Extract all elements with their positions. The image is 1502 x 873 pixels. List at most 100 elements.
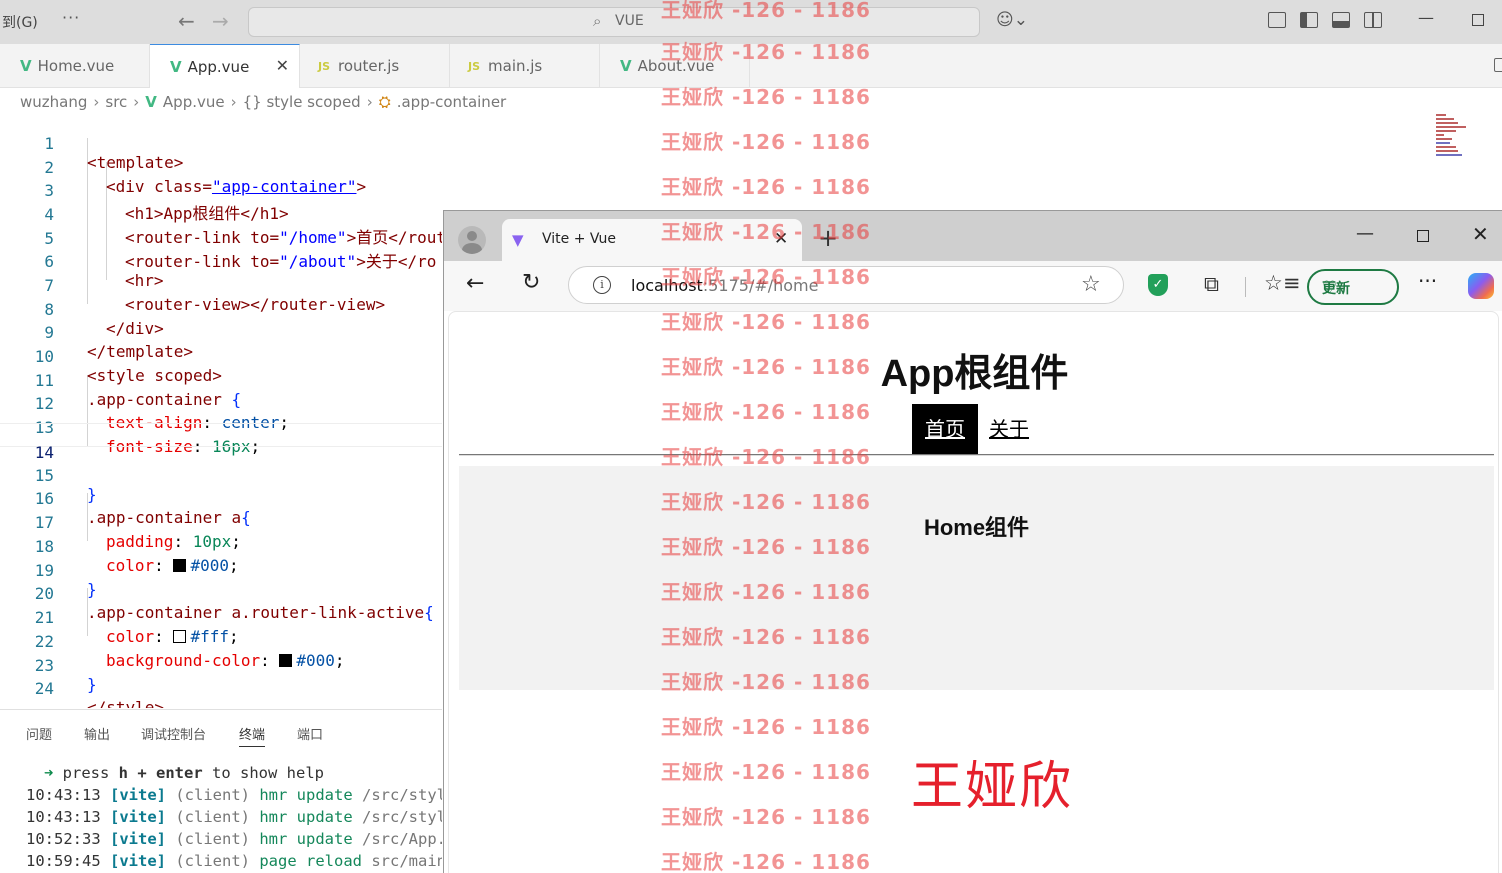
panel-tab-terminal[interactable]: 终端 xyxy=(239,724,266,747)
browser-tab[interactable]: ▼ Vite + Vue ✕ xyxy=(502,219,802,261)
back-arrow-icon[interactable]: ← xyxy=(466,271,484,296)
nav-link-home[interactable]: 首页 xyxy=(912,404,978,455)
code-line: 11 .app-container { xyxy=(0,352,442,409)
url-text: localhost:5175/#/home xyxy=(631,276,818,295)
favorites-icon[interactable]: ☆≡ xyxy=(1264,271,1300,295)
panel-tab-ports[interactable]: 端口 xyxy=(297,724,323,743)
log-action: page reload xyxy=(259,852,362,870)
window-maximize-icon[interactable] xyxy=(1472,14,1484,26)
code-line: 6 <hr> xyxy=(0,233,442,290)
breadcrumb-item[interactable]: App.vue xyxy=(163,93,225,111)
breadcrumb-item[interactable]: wuzhang xyxy=(20,93,87,111)
toolbar-divider xyxy=(1245,277,1246,297)
code-line: 10 <style scoped> xyxy=(0,328,442,385)
nav-back-icon[interactable]: ← xyxy=(178,9,195,33)
log-action: hmr update xyxy=(259,808,353,826)
panel-tab-output[interactable]: 输出 xyxy=(84,724,110,743)
command-center-text: VUE xyxy=(615,13,644,29)
app-heading: App根组件 xyxy=(880,353,1069,395)
router-view-home: Home组件 xyxy=(459,466,1494,690)
browser-window: ▼ Vite + Vue ✕ + — ✕ ← ↻ i localhost:517… xyxy=(443,210,1502,873)
code-line: 12 text-align: center; xyxy=(0,375,442,432)
toggle-panel-icon[interactable] xyxy=(1332,12,1350,28)
tab-router-js[interactable]: JS router.js xyxy=(300,44,450,88)
log-time: 10:43:13 xyxy=(26,808,101,826)
extensions-puzzle-icon[interactable]: ⧉ xyxy=(1204,272,1219,297)
code-line: 17 padding: 10px; xyxy=(0,494,442,551)
chevron-right-icon: › xyxy=(93,93,100,111)
address-bar[interactable]: i localhost:5175/#/home ☆ xyxy=(568,266,1124,304)
prompt-arrow-icon: ➜ xyxy=(44,764,54,782)
code-text: </style> xyxy=(87,698,165,708)
profile-avatar[interactable] xyxy=(458,226,486,254)
code-line: 13 font-size: 16px; xyxy=(0,399,442,456)
reload-icon[interactable]: ↻ xyxy=(522,270,540,295)
code-line: 5 <router-link to="/about">关于</ro xyxy=(0,210,442,271)
horizontal-rule xyxy=(459,454,1494,456)
code-line: 1 <template> xyxy=(0,115,442,172)
window-maximize-icon[interactable] xyxy=(1417,230,1429,242)
copilot-icon[interactable]: ☺⌄ xyxy=(996,10,1028,30)
tab-label: router.js xyxy=(338,57,400,75)
more-menu-icon[interactable]: ··· xyxy=(62,8,80,27)
update-button[interactable]: 更新 ♡ xyxy=(1307,269,1399,305)
panel-tab-debug-console[interactable]: 调试控制台 xyxy=(141,724,206,743)
vite-favicon-icon: ▼ xyxy=(512,231,524,249)
close-tab-icon[interactable]: ✕ xyxy=(774,229,788,249)
js-file-icon: JS xyxy=(318,59,331,73)
favorite-star-icon[interactable]: ☆ xyxy=(1081,272,1101,297)
browser-toolbar: ← ↻ i localhost:5175/#/home ☆ ✓ ⧉ ☆≡ 更新 … xyxy=(444,261,1502,311)
window-close-icon[interactable]: ✕ xyxy=(1472,222,1489,246)
command-center[interactable]: ⌕ VUE xyxy=(248,7,980,37)
code-line: 9 </template> xyxy=(0,304,442,361)
breadcrumb-item[interactable]: .app-container xyxy=(397,93,507,111)
split-editor-icon[interactable] xyxy=(1494,58,1502,72)
nav-link-about[interactable]: 关于 xyxy=(989,404,1029,455)
heart-update-icon: ♡ xyxy=(1322,278,1338,298)
terminal-text: press xyxy=(53,764,119,782)
minimap[interactable] xyxy=(1436,114,1468,166)
editor-tabbar: V Home.vue V App.vue ✕ JS router.js JS m… xyxy=(0,44,1502,88)
tab-main-js[interactable]: JS main.js xyxy=(450,44,600,88)
site-info-icon[interactable]: i xyxy=(593,276,611,294)
code-line: 20 .app-container a.router-link-active{ xyxy=(0,565,442,622)
copilot-icon[interactable] xyxy=(1468,273,1494,299)
window-minimize-icon[interactable]: — xyxy=(1418,8,1434,27)
code-line: 21 color: #fff; xyxy=(0,589,442,646)
terminal-line: 10:43:13 [vite] (client) hmr update /src… xyxy=(26,808,442,826)
customize-layout-icon[interactable] xyxy=(1268,12,1286,28)
log-tag: [vite] xyxy=(110,852,166,870)
code-line: 4 <router-link to="/home">首页</router-lin… xyxy=(0,186,442,247)
shield-check-icon[interactable]: ✓ xyxy=(1148,274,1168,296)
chevron-right-icon: › xyxy=(366,93,373,111)
close-tab-icon[interactable]: ✕ xyxy=(276,56,289,75)
menu-goto[interactable]: 到(G) xyxy=(2,12,38,32)
terminal-prompt: ➜ press h + enter to show help xyxy=(44,764,324,782)
tab-label: main.js xyxy=(488,57,543,75)
code-line: 16 .app-container a{ xyxy=(0,470,442,527)
tab-about-vue[interactable]: V About.vue xyxy=(600,44,750,88)
code-line: 3 <h1>App根组件</h1> xyxy=(0,162,442,223)
window-minimize-icon[interactable]: — xyxy=(1356,223,1374,244)
breadcrumb-item[interactable]: src xyxy=(105,93,127,111)
log-path: /src/style xyxy=(362,808,442,826)
new-tab-icon[interactable]: + xyxy=(818,224,838,252)
browser-tab-title: Vite + Vue xyxy=(542,231,617,247)
browser-titlebar: ▼ Vite + Vue ✕ + — ✕ xyxy=(444,211,1502,261)
chevron-right-icon: › xyxy=(133,93,140,111)
log-client: (client) xyxy=(175,786,250,804)
panel-tab-problems[interactable]: 问题 xyxy=(26,724,52,743)
toggle-secondary-sidebar-icon[interactable] xyxy=(1364,12,1382,28)
home-heading: Home组件 xyxy=(923,515,1030,540)
vue-file-icon: V xyxy=(20,57,32,75)
code-editor[interactable]: 1 <template> 2 <div class="app-container… xyxy=(0,114,442,708)
more-options-icon[interactable]: ··· xyxy=(1418,269,1437,293)
breadcrumb-item[interactable]: {} style scoped xyxy=(243,93,361,111)
nav-forward-icon[interactable]: → xyxy=(212,9,229,33)
log-client: (client) xyxy=(175,808,250,826)
toggle-primary-sidebar-icon[interactable] xyxy=(1300,12,1318,28)
log-tag: [vite] xyxy=(110,786,166,804)
url-path: :5175/#/home xyxy=(702,276,819,295)
tab-app-vue[interactable]: V App.vue ✕ xyxy=(150,44,300,88)
tab-home-vue[interactable]: V Home.vue xyxy=(0,44,150,88)
